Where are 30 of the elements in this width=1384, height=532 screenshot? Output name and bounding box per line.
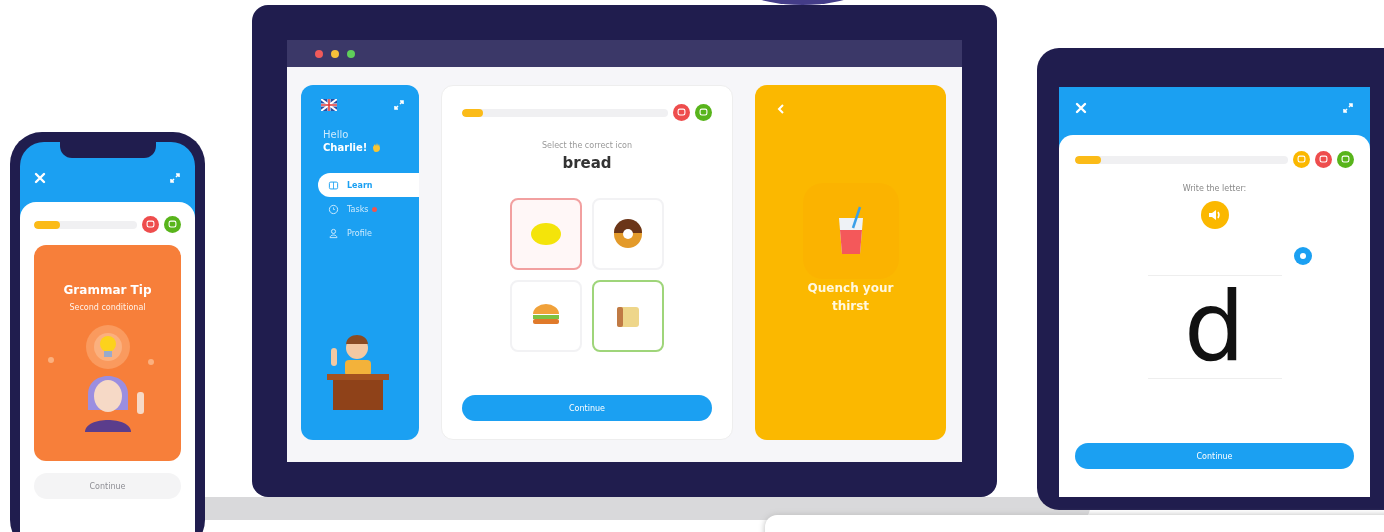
close-dot[interactable] bbox=[315, 49, 323, 58]
tip-title: Quench your thirst bbox=[806, 280, 895, 315]
clock-icon bbox=[328, 203, 339, 215]
close-icon[interactable] bbox=[1075, 102, 1087, 114]
maximize-dot[interactable] bbox=[347, 49, 355, 58]
flag-icon[interactable] bbox=[321, 99, 337, 111]
minimize-dot[interactable] bbox=[331, 49, 339, 58]
expand-icon[interactable] bbox=[393, 99, 405, 111]
nav-item[interactable]: Learn bbox=[318, 173, 419, 197]
drink-glass-icon bbox=[837, 206, 864, 256]
continue-button[interactable]: Continue bbox=[462, 395, 712, 421]
card-title: Grammar Tip bbox=[63, 283, 152, 297]
instruction-text: Write the letter: bbox=[1182, 184, 1247, 193]
expand-icon[interactable] bbox=[1342, 102, 1354, 114]
person-icon bbox=[328, 227, 339, 239]
back-icon[interactable] bbox=[777, 103, 785, 115]
continue-button[interactable]: Continue bbox=[1075, 443, 1354, 469]
target-word: bread bbox=[562, 154, 612, 172]
speaker-icon[interactable] bbox=[1200, 201, 1229, 229]
card-subtitle: Second conditional bbox=[69, 303, 146, 312]
greeting-text: Hello bbox=[322, 128, 350, 140]
instruction-text: Select the correct icon bbox=[541, 141, 632, 150]
user-name: Charlie! bbox=[322, 142, 368, 153]
nav-item[interactable]: Profile bbox=[318, 221, 419, 245]
nav-item[interactable]: Tasks bbox=[318, 197, 419, 221]
waving-hand-icon bbox=[371, 142, 382, 153]
close-icon[interactable] bbox=[34, 172, 46, 184]
book-icon bbox=[328, 179, 339, 191]
expand-icon[interactable] bbox=[169, 172, 181, 184]
letter-text: d bbox=[1184, 284, 1245, 371]
